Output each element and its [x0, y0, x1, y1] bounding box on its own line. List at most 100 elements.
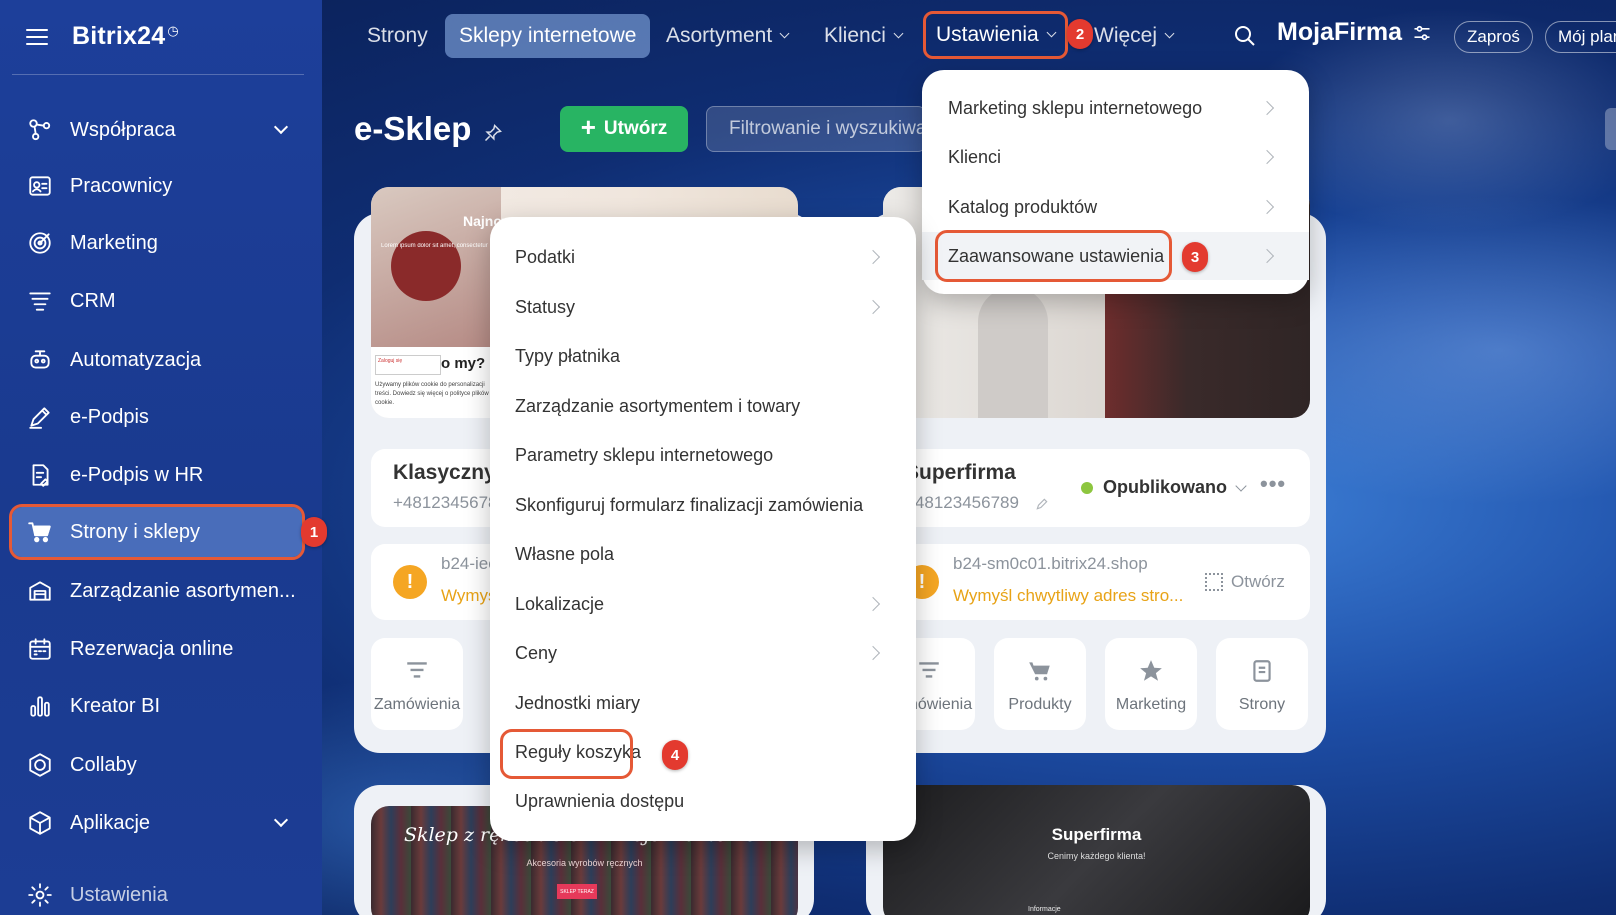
shop-domain-card: ! b24-sm0c01.bitrix24.shop Wymyśl chwytl… — [883, 544, 1310, 620]
shop-name[interactable]: Superfirma — [905, 461, 1016, 485]
sidebar-item-marketing[interactable]: Marketing — [12, 218, 304, 268]
sidebar-item-label: Strony i sklepy — [70, 520, 201, 543]
sidebar-item-pracownicy[interactable]: Pracownicy — [12, 161, 304, 211]
menu-item-lokalizacje[interactable]: Lokalizacje — [490, 580, 916, 628]
menu-item-parametry[interactable]: Parametry sklepu internetowego — [490, 431, 916, 479]
sidebar-item-zarzadzanie[interactable]: Zarządzanie asortymen... — [12, 566, 304, 616]
more-icon[interactable]: ••• — [1260, 471, 1286, 497]
sidebar-item-label: Collaby — [70, 753, 137, 776]
tile-orders[interactable]: Zamówienia — [371, 638, 463, 730]
sidebar-item-label: Rezerwacja online — [70, 637, 234, 660]
search-input[interactable]: Filtrowanie i wyszukiwanie — [706, 106, 926, 152]
thumbnail-subheading: Akcesoria wyrobów ręcznych — [526, 858, 643, 868]
tab-wiecej[interactable]: Więcej — [1094, 14, 1175, 58]
sidebar-item-epodpis-hr[interactable]: e-Podpis w HR — [12, 450, 304, 500]
menu-item-marketing-sklepu[interactable]: Marketing sklepu internetowego — [922, 84, 1309, 132]
cart-icon — [26, 518, 54, 546]
sidebar-item-label: Pracownicy — [70, 174, 173, 197]
chevron-down-icon — [1235, 479, 1247, 492]
plus-icon: + — [580, 112, 596, 142]
menu-item-statusy[interactable]: Statusy — [490, 283, 916, 331]
shop-thumbnail[interactable]: Superfirma Cenimy każdego klienta! Infor… — [883, 785, 1310, 915]
employees-icon — [26, 172, 54, 200]
chevron-right-icon — [865, 645, 881, 661]
sidebar-item-label: CRM — [70, 289, 116, 312]
marketing-icon — [26, 229, 54, 257]
highlight-frame — [500, 729, 633, 779]
menu-item-uprawnienia[interactable]: Uprawnienia dostępu — [490, 777, 916, 825]
menu-item-typy-platnika[interactable]: Typy płatnika — [490, 332, 916, 380]
menu-item-podatki[interactable]: Podatki — [490, 233, 916, 281]
tab-sklepy-internetowe[interactable]: Sklepy internetowe — [445, 14, 651, 58]
tab-asortyment[interactable]: Asortyment — [666, 14, 790, 58]
status-badge[interactable]: Opublikowano — [1081, 477, 1247, 498]
menu-item-zarzadzanie-asortymentem[interactable]: Zarządzanie asortymentem i towary — [490, 382, 916, 430]
shop-domain[interactable]: b24-sm0c01.bitrix24.shop — [953, 554, 1148, 574]
chevron-down-icon — [273, 812, 289, 828]
calendar-icon — [26, 635, 54, 663]
page-title: e-Sklep — [354, 110, 503, 148]
chevron-right-icon — [1259, 199, 1275, 215]
create-button[interactable]: + Utwórz — [560, 106, 688, 152]
funnel-icon — [407, 662, 427, 678]
tab-ustawienia[interactable]: Ustawienia — [923, 11, 1068, 59]
shop-info-card: Superfirma +48123456789 Opublikowano ••• — [883, 449, 1310, 527]
chevron-right-icon — [1259, 100, 1275, 116]
signature-icon — [26, 403, 54, 431]
funnel-icon — [919, 662, 939, 678]
menu-item-wlasne-pola[interactable]: Własne pola — [490, 530, 916, 578]
search-icon[interactable] — [1233, 14, 1257, 58]
sidebar-item-automatyzacja[interactable]: Automatyzacja — [12, 335, 304, 385]
step-badge: 3 — [1182, 242, 1208, 272]
tile-products[interactable]: Produkty — [994, 638, 1086, 730]
sidebar-item-collaby[interactable]: Collaby — [12, 740, 304, 790]
sidebar-item-epodpis[interactable]: e-Podpis — [12, 392, 304, 442]
sidebar-item-label: Ustawienia — [70, 883, 168, 906]
tile-pages[interactable]: Strony — [1216, 638, 1308, 730]
tile-marketing[interactable]: Marketing — [1105, 638, 1197, 730]
thumbnail-hat — [391, 231, 461, 301]
automation-icon — [26, 346, 54, 374]
inventory-icon — [26, 577, 54, 605]
menu-icon[interactable] — [26, 28, 48, 45]
thumbnail-person — [978, 287, 1048, 418]
invite-button[interactable]: Zaproś — [1454, 21, 1533, 53]
open-button[interactable]: Otwórz — [1205, 572, 1285, 592]
cart-icon — [1029, 662, 1050, 681]
chevron-down-icon — [779, 28, 790, 39]
sidebar-item-kreator-bi[interactable]: Kreator BI — [12, 681, 304, 731]
logo[interactable]: Bitrix24 ◷ — [72, 22, 179, 51]
domain-warning-link[interactable]: Wymyśl chwytliwy adres stro... — [953, 586, 1183, 606]
settings-sliders-icon — [1414, 25, 1430, 40]
chevron-down-icon — [1046, 27, 1057, 38]
company-name[interactable]: MojaFirma — [1277, 18, 1432, 47]
sidebar-item-label: e-Podpis w HR — [70, 463, 204, 486]
sidebar-item-ustawienia[interactable]: Ustawienia — [12, 870, 304, 915]
tab-klienci[interactable]: Klienci — [824, 14, 904, 58]
thumbnail-page: Zaloguj się o my? Używamy plików cookie … — [371, 347, 501, 418]
sidebar-item-crm[interactable]: CRM — [12, 276, 304, 326]
crm-icon — [26, 287, 54, 315]
side-panel-tab[interactable] — [1605, 108, 1616, 150]
menu-item-ceny[interactable]: Ceny — [490, 629, 916, 677]
chevron-down-icon — [893, 28, 904, 39]
edit-icon[interactable] — [1035, 497, 1049, 511]
menu-item-katalog[interactable]: Katalog produktów — [922, 183, 1309, 231]
warning-icon: ! — [393, 565, 427, 599]
pin-icon[interactable] — [483, 123, 503, 143]
sidebar-divider — [12, 74, 304, 75]
sidebar-item-aplikacje[interactable]: Aplikacje — [12, 798, 304, 848]
tab-strony[interactable]: Strony — [367, 14, 428, 58]
sidebar-item-strony-i-sklepy[interactable]: Strony i sklepy — [9, 504, 305, 560]
thumbnail-footer: Informacje — [1028, 906, 1061, 913]
chevron-right-icon — [1259, 149, 1275, 165]
bi-icon — [26, 692, 54, 720]
chevron-right-icon — [1259, 248, 1275, 264]
sidebar-item-wspolpraca[interactable]: Współpraca — [12, 105, 304, 155]
menu-item-jednostki[interactable]: Jednostki miary — [490, 679, 916, 727]
my-plan-button[interactable]: Mój plan — [1545, 21, 1616, 53]
sidebar-item-rezerwacja[interactable]: Rezerwacja online — [12, 624, 304, 674]
menu-item-klienci[interactable]: Klienci — [922, 133, 1309, 181]
thumbnail-section-title: o my? — [441, 355, 486, 372]
menu-item-formularz[interactable]: Skonfiguruj formularz finalizacji zamówi… — [490, 481, 916, 529]
